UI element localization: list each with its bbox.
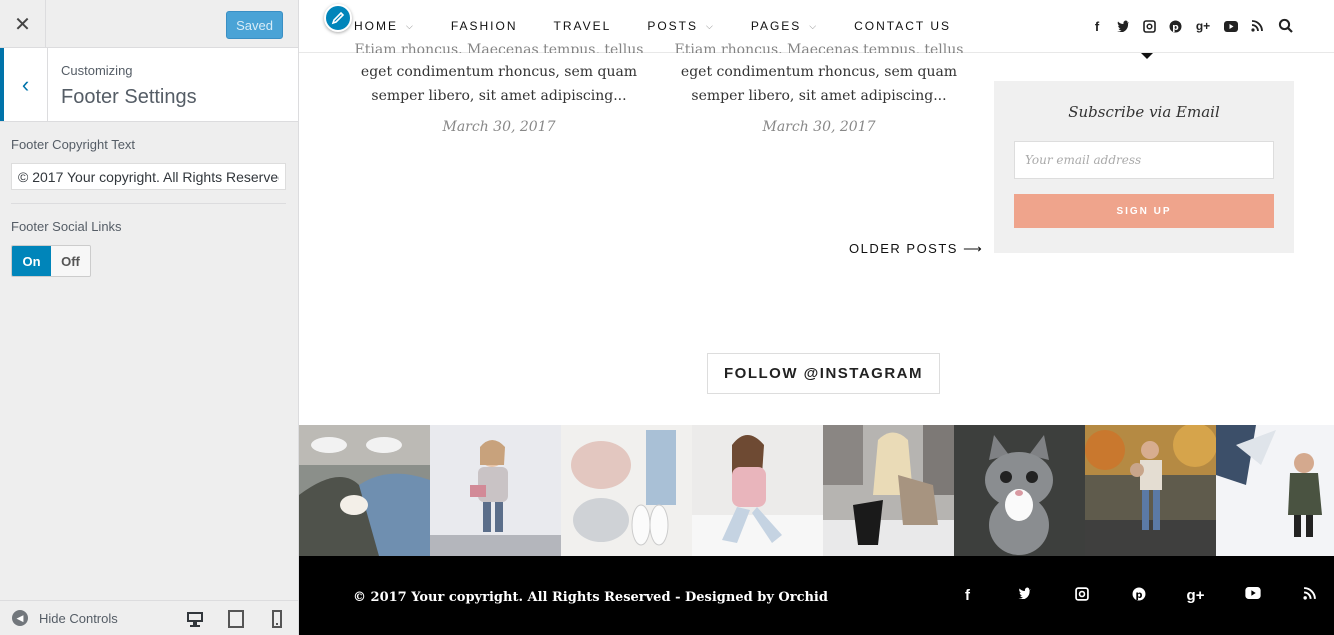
nav-item-label: TRAVEL [553, 19, 612, 33]
footer-copyright: © 2017 Your copyright. All Rights Reserv… [353, 590, 828, 605]
sneakers-photo[interactable] [299, 425, 430, 556]
customizer-header: ✕ Saved [0, 0, 298, 48]
subscribe-title: Subscribe via Email [1068, 103, 1220, 121]
facebook-icon[interactable]: f [939, 587, 996, 604]
desktop-preview-icon[interactable] [186, 610, 204, 628]
toddler-photo[interactable] [430, 425, 561, 556]
site-footer: © 2017 Your copyright. All Rights Reserv… [299, 556, 1334, 635]
edit-pencil-icon[interactable] [324, 4, 352, 32]
toggle-on-button[interactable]: On [12, 246, 51, 276]
selfie-photo[interactable] [692, 425, 823, 556]
facebook-icon[interactable]: f [1090, 18, 1104, 34]
toggle-off-button[interactable]: Off [51, 246, 90, 276]
post-cut-line: Etiam rhoncus. Maecenas tempus, tellus [674, 42, 964, 53]
email-field[interactable]: Your email address [1014, 141, 1274, 179]
chevron-down-icon: ⌵ [706, 20, 715, 31]
customizer-footer: ◀ Hide Controls [0, 600, 298, 635]
widget-arrow [1141, 53, 1153, 59]
section-title-bar: ‹ Customizing Footer Settings [0, 48, 298, 122]
rss-icon[interactable] [1281, 587, 1334, 604]
svg-text:p: p [1135, 590, 1142, 601]
snow-photo[interactable] [1216, 425, 1334, 556]
nav-item-label: FASHION [450, 19, 518, 33]
post-date: March 30, 2017 [442, 119, 556, 135]
blonde-photo[interactable] [823, 425, 954, 556]
subscribe-widget: Subscribe via Email Your email address S… [994, 81, 1294, 253]
breadcrumb: Customizing [61, 63, 133, 78]
google-plus-icon[interactable]: g+ [1194, 18, 1212, 34]
post-excerpt: eget condimentum rhoncus, sem quam sempe… [360, 64, 638, 104]
social-links-toggle[interactable]: On Off [11, 245, 91, 277]
nav-item-home[interactable]: HOME ⌵ [354, 19, 415, 33]
chevron-down-icon: ⌵ [809, 20, 819, 31]
customizer-sidebar: ✕ Saved ‹ Customizing Footer Settings Fo… [0, 0, 299, 635]
pinterest-icon[interactable]: p [1110, 587, 1167, 604]
saved-button[interactable]: Saved [226, 11, 283, 39]
copyright-label: Footer Copyright Text [11, 137, 136, 152]
post-cut-line: Etiam rhoncus. Maecenas tempus, tellus [354, 42, 644, 53]
post-date: March 30, 2017 [762, 119, 876, 135]
tablet-preview-icon[interactable] [227, 610, 245, 628]
youtube-icon[interactable] [1224, 587, 1281, 604]
hide-controls-button[interactable]: ◀ Hide Controls [12, 610, 118, 626]
instagram-icon[interactable] [1142, 18, 1156, 34]
nav-item-travel[interactable]: TRAVEL [554, 19, 612, 33]
instagram-icon[interactable] [1053, 587, 1110, 604]
post-excerpt: eget condimentum rhoncus, sem quam sempe… [680, 64, 958, 104]
nav-menu: HOME ⌵ FASHION TRAVEL POSTS ⌵ PAGES ⌵ CONTA… [354, 19, 987, 33]
close-icon[interactable]: ✕ [0, 0, 46, 48]
pinterest-icon[interactable]: p [1168, 18, 1182, 34]
nav-item-label: CONTACT US [854, 19, 952, 33]
kitten-photo[interactable] [954, 425, 1085, 556]
flatlay-photo[interactable] [561, 425, 692, 556]
social-links-label: Footer Social Links [11, 219, 122, 234]
older-posts-link[interactable]: OLDER POSTS ⟶ [849, 241, 983, 257]
nav-item-fashion[interactable]: FASHION [451, 19, 518, 33]
nav-item-label: HOME [354, 19, 398, 33]
section-title: Footer Settings [61, 86, 197, 108]
collapse-icon: ◀ [12, 610, 28, 626]
nav-item-posts[interactable]: POSTS ⌵ [647, 19, 715, 33]
youtube-icon[interactable] [1224, 18, 1238, 34]
mobile-preview-icon[interactable] [268, 610, 286, 628]
divider [11, 203, 286, 204]
nav-item-contact[interactable]: CONTACT US [854, 19, 951, 33]
hide-controls-label: Hide Controls [39, 610, 118, 626]
twitter-icon[interactable] [1116, 18, 1130, 34]
nav-social-icons: f p g+ [1090, 18, 1264, 34]
site-preview: HOME ⌵ FASHION TRAVEL POSTS ⌵ PAGES ⌵ CONTA… [299, 0, 1334, 635]
autumn-photo[interactable] [1085, 425, 1216, 556]
footer-social-icons: f p g+ [939, 587, 1334, 604]
nav-item-pages[interactable]: PAGES ⌵ [751, 19, 818, 33]
copyright-input[interactable] [11, 163, 286, 190]
chevron-down-icon: ⌵ [406, 20, 415, 31]
sign-up-button[interactable]: SIGN UP [1014, 194, 1274, 228]
rss-icon[interactable] [1250, 18, 1264, 34]
follow-instagram-button[interactable]: FOLLOW @INSTAGRAM [707, 353, 940, 394]
google-plus-icon[interactable]: g+ [1167, 587, 1224, 604]
instagram-gallery [299, 425, 1334, 556]
search-icon[interactable] [1278, 18, 1294, 34]
nav-item-label: POSTS [647, 19, 698, 33]
nav-item-label: PAGES [750, 19, 802, 33]
svg-text:p: p [1172, 23, 1179, 33]
twitter-icon[interactable] [996, 587, 1053, 604]
back-arrow-icon[interactable]: ‹ [0, 48, 48, 121]
